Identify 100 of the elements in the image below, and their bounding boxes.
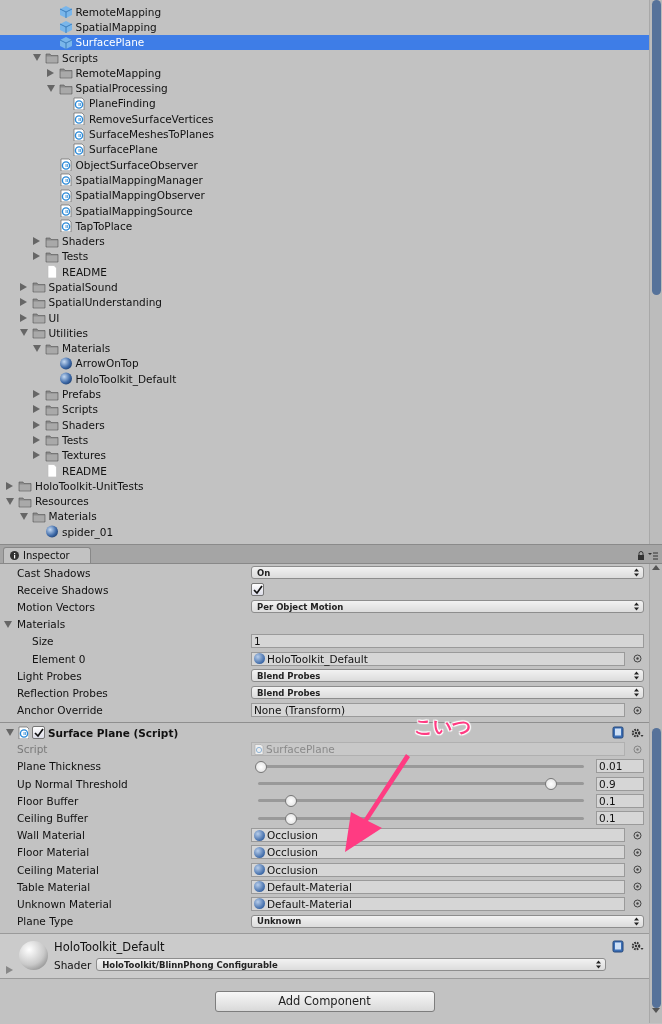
script-file-icon [58,219,73,233]
folder-icon [31,311,46,325]
slider-thumb[interactable] [255,760,268,773]
material-name: HoloToolkit_Default [54,940,166,955]
sphere-icon [58,356,73,370]
tree-item[interactable]: RemoteMapping [0,65,649,81]
tree-item[interactable]: SurfacePlane [0,141,649,157]
property-label: Script [17,743,48,756]
number-field[interactable]: 0.1 [596,811,644,826]
dropdown[interactable]: On [251,566,644,580]
slider-thumb[interactable] [284,812,297,825]
tree-item[interactable]: SpatialProcessing [0,80,649,96]
number-field[interactable]: 0.01 [596,759,644,774]
tree-item[interactable]: HoloToolkit_Default [0,371,649,387]
help-book-icon [612,939,624,953]
cube-icon [58,35,73,49]
tree-item[interactable]: SpatialMappingSource [0,202,649,219]
script-file-icon [58,188,73,202]
dropdown[interactable]: Unknown [251,914,644,928]
up-down-arrows-icon [634,602,639,612]
tree-item[interactable]: SurfacePlane [0,34,649,50]
tree-item[interactable]: HoloToolkit-UnitTests [0,478,649,494]
tree-item[interactable]: Textures [0,447,649,463]
folder-icon [31,509,46,523]
tree-item[interactable]: RemoteMapping [0,4,649,20]
script-file-icon [72,142,86,156]
tree-item[interactable]: Tests [0,432,649,448]
object-field[interactable]: Occlusion [251,862,625,877]
tree-item[interactable]: Materials [0,340,649,356]
tree-item[interactable]: Shaders [0,233,649,249]
folder-icon [18,494,32,508]
folder-icon [31,295,46,309]
dropdown[interactable]: Blend Probes [251,669,644,683]
object-field[interactable]: Occlusion [251,828,625,843]
tree-item[interactable]: README [0,264,649,280]
slider-thumb[interactable] [284,795,297,808]
cube-icon [58,20,73,34]
object-field[interactable]: None (Transform) [251,703,625,718]
tree-item[interactable]: Shaders [0,417,649,433]
tree-item[interactable]: Scripts [0,49,649,66]
tree-item[interactable]: Tests [0,248,649,265]
checkbox[interactable] [251,583,264,597]
tree-item[interactable]: SpatialUnderstanding [0,294,649,310]
property-label: Plane Thickness [17,760,102,773]
tree-item[interactable]: SpatialSound [0,279,649,295]
tree-item[interactable]: ObjectSurfaceObserver [0,156,649,173]
inspector-tab[interactable]: Inspector [3,547,91,563]
script-file-icon [58,158,73,172]
tree-item[interactable]: TapToPlace [0,218,649,234]
dropdown[interactable]: Blend Probes [251,686,644,700]
script-file-icon [72,112,86,126]
object-field[interactable]: Default-Material [251,879,625,894]
tree-item[interactable]: PlaneFinding [0,95,649,112]
folder-icon [45,51,59,65]
number-field[interactable]: 0.1 [596,793,644,808]
shader-label: Shader [54,958,92,971]
object-field[interactable]: HoloToolkit_Default [251,651,625,666]
checkbox[interactable] [32,726,45,740]
script-file-icon [72,127,86,141]
tree-item[interactable]: Scripts [0,401,649,417]
component-title: Surface Plane (Script) [48,726,179,739]
tree-item[interactable]: RemoveSurfaceVertices [0,111,649,127]
scrollbar[interactable] [649,0,662,544]
tree-item[interactable]: Prefabs [0,386,649,402]
script-file-icon [17,726,29,740]
add-component-button[interactable]: Add Component [214,990,435,1012]
scrollbar[interactable] [649,564,662,1023]
collapse-arrow-icon[interactable] [4,620,12,628]
foldout-label[interactable]: Materials [17,618,66,631]
tree-item[interactable]: UI [0,309,649,326]
object-picker-icon [633,744,642,754]
folder-icon [45,418,59,432]
tree-item[interactable]: Materials [0,508,649,525]
tree-item[interactable]: README [0,462,649,479]
folder-icon [45,448,59,462]
slider-thumb[interactable] [545,778,558,791]
tree-item[interactable]: SpatialMappingManager [0,172,649,188]
property-label: Floor Buffer [17,794,79,807]
object-picker-icon [633,705,642,715]
tree-item[interactable]: Utilities [0,325,649,341]
folder-icon [45,234,59,248]
property-label: Ceiling Buffer [17,812,89,825]
dropdown[interactable]: Per Object Motion [251,600,644,614]
tree-item[interactable]: ArrowOnTop [0,355,649,372]
number-field[interactable]: 0.9 [596,776,644,791]
tree-item[interactable]: SpatialMappingObserver [0,187,649,203]
up-down-arrows-icon [634,568,639,578]
expand-arrow-icon[interactable] [6,965,13,974]
tree-item[interactable]: SurfaceMeshesToPlanes [0,126,649,142]
tree-item[interactable]: spider_01 [0,524,649,540]
settings-icon [630,726,644,739]
document-icon [45,464,59,478]
tree-item[interactable]: SpatialMapping [0,19,649,35]
tree-item[interactable]: Resources [0,493,649,509]
folder-icon [31,326,46,340]
object-field[interactable]: Occlusion [251,845,625,860]
property-label: Unknown Material [17,897,112,910]
object-field[interactable]: Default-Material [251,896,625,911]
shader-dropdown[interactable]: HoloToolkit/BlinnPhong Configurable [96,958,606,972]
number-field[interactable]: 1 [251,634,644,649]
